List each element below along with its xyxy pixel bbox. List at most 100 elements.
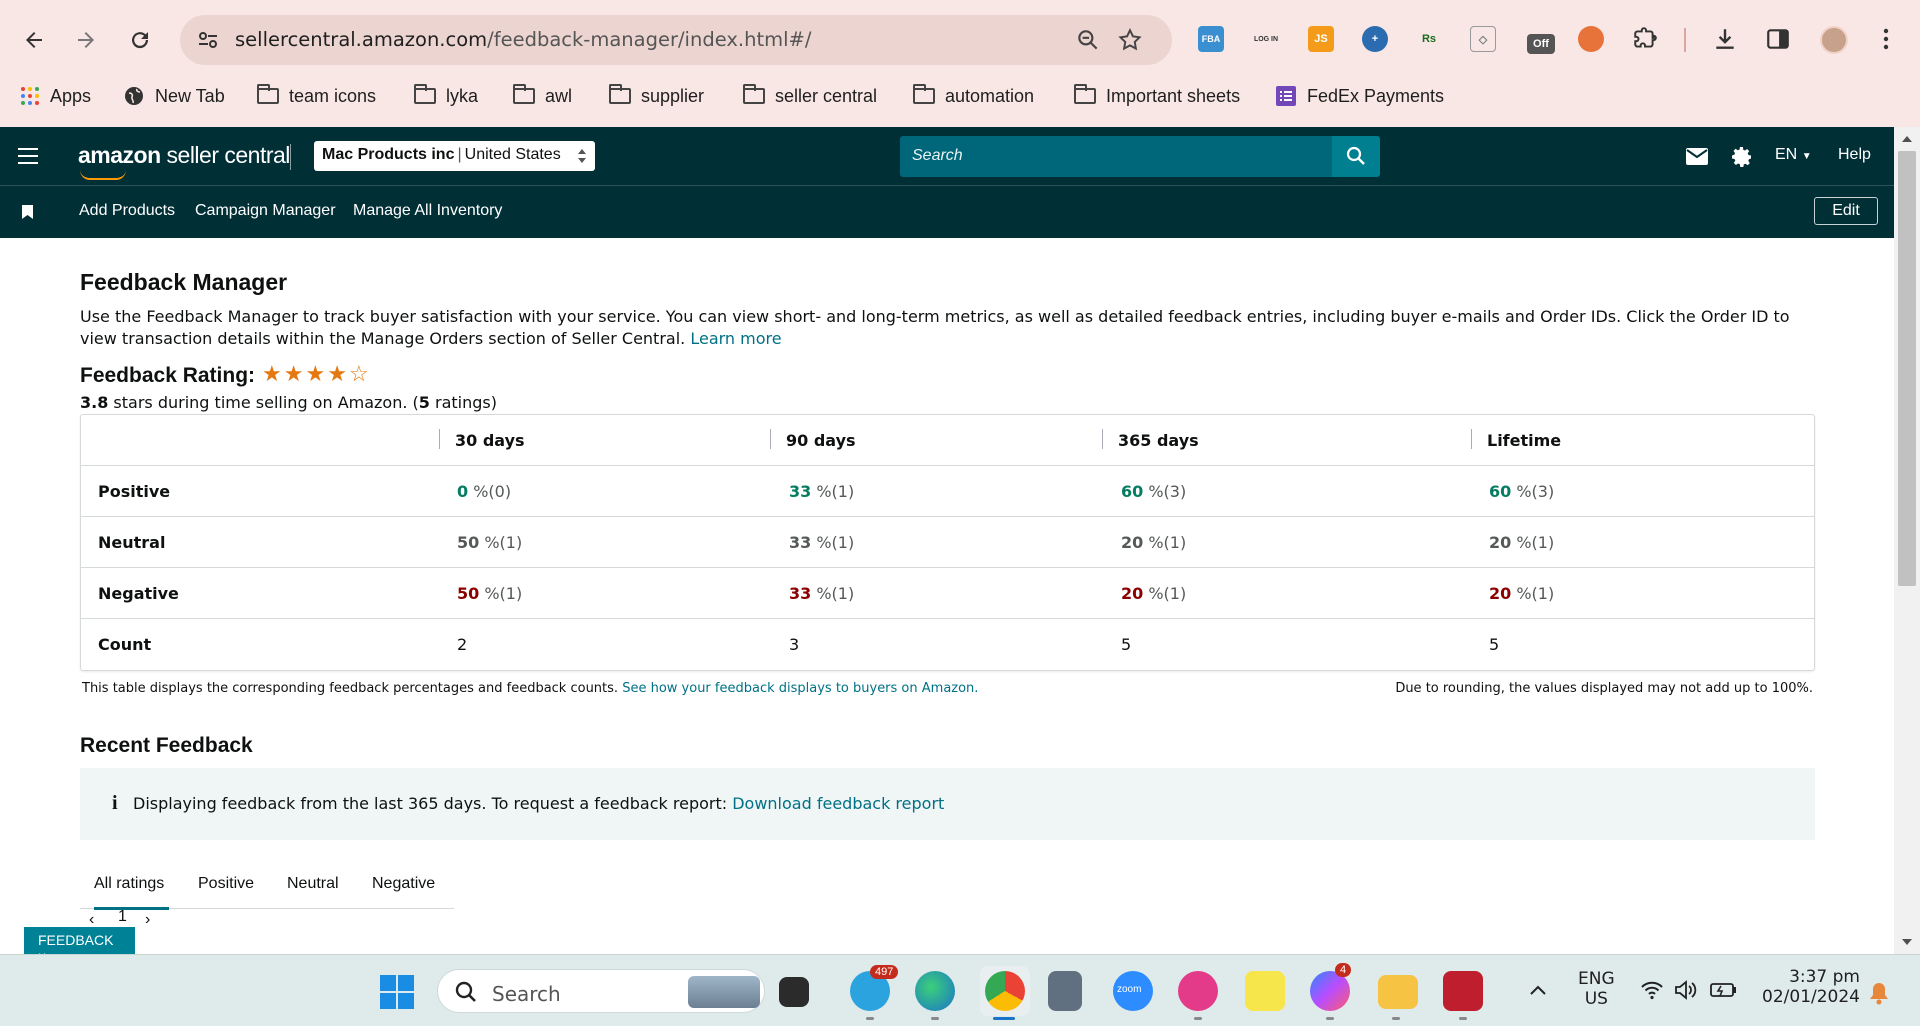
filezilla-icon[interactable] <box>1443 971 1483 1011</box>
bookmark-icon[interactable] <box>22 205 33 219</box>
hamburger-menu-icon[interactable] <box>18 148 38 164</box>
account-switcher[interactable]: Mac Products inc | United States <box>314 141 595 171</box>
feedback-display-link[interactable]: See how your feedback displays to buyers… <box>622 681 978 696</box>
zoom-app-icon[interactable]: zoom <box>1113 971 1153 1011</box>
folder-icon <box>414 84 436 104</box>
side-panel-icon[interactable] <box>1765 26 1791 52</box>
bookmark-label: lyka <box>446 85 479 106</box>
bookmark-star-icon[interactable] <box>1117 27 1143 53</box>
scrollbar-thumb[interactable] <box>1898 151 1916 586</box>
bookmark-apps[interactable]: Apps <box>20 83 91 109</box>
scroll-up-icon[interactable] <box>1902 136 1912 142</box>
wifi-icon[interactable] <box>1640 979 1664 1001</box>
sticky-notes-icon[interactable] <box>1245 971 1285 1011</box>
seller-search-input[interactable]: Search <box>900 136 1332 177</box>
table-cell: 50 %(1) <box>457 584 523 603</box>
active-tab-indicator <box>94 907 169 910</box>
active-indicator <box>993 1017 1015 1020</box>
column-header: 30 days <box>455 431 525 450</box>
messenger-icon[interactable] <box>1310 971 1350 1011</box>
file-explorer-icon[interactable] <box>1378 975 1418 1009</box>
page-scrollbar[interactable] <box>1894 127 1920 954</box>
circle-extension-icon[interactable] <box>1578 26 1604 52</box>
mail-icon[interactable] <box>1686 148 1708 165</box>
volume-icon[interactable] <box>1673 979 1699 1001</box>
fba-extension-icon[interactable]: FBA <box>1198 26 1224 52</box>
wps-office-icon[interactable] <box>1178 971 1218 1011</box>
taskbar-search[interactable]: Search <box>437 969 765 1013</box>
search-button[interactable] <box>1332 136 1380 177</box>
bookmark-label: awl <box>545 85 573 106</box>
search-icon <box>455 981 476 1002</box>
messenger-badge: 4 <box>1335 963 1352 977</box>
back-icon[interactable] <box>16 22 52 58</box>
bookmark-folder-seller-central[interactable]: seller central <box>743 83 877 109</box>
bookmark-folder-automation[interactable]: automation <box>913 83 1034 109</box>
telegram-badge: 497 <box>870 965 899 979</box>
calculator-icon[interactable] <box>1048 971 1082 1011</box>
address-bar[interactable]: sellercentral.amazon.com/feedback-manage… <box>180 15 1172 65</box>
off-extension-icon[interactable]: Off <box>1527 34 1555 54</box>
site-info-icon[interactable] <box>196 28 220 52</box>
tab-positive[interactable]: Positive <box>198 875 254 893</box>
download-icon[interactable] <box>1712 26 1738 52</box>
bookmark-folder-supplier[interactable]: supplier <box>609 83 704 109</box>
help-link[interactable]: Help <box>1838 146 1871 164</box>
subnav-campaign-manager[interactable]: Campaign Manager <box>195 202 336 220</box>
edge-icon[interactable] <box>915 971 955 1011</box>
tab-negative[interactable]: Negative <box>372 875 435 893</box>
language-indicator[interactable]: ENG US <box>1578 969 1615 1009</box>
plus-extension-icon[interactable]: + <box>1362 26 1388 52</box>
reload-icon[interactable] <box>122 22 158 58</box>
star-filled-icon: ★ <box>262 361 282 386</box>
page-number[interactable]: 1 <box>118 908 127 926</box>
table-cell: 20 %(1) <box>1121 584 1187 603</box>
profile-avatar[interactable] <box>1820 26 1848 54</box>
browser-menu-icon[interactable] <box>1876 26 1896 52</box>
scroll-down-icon[interactable] <box>1902 939 1912 945</box>
gear-icon[interactable] <box>1730 145 1754 169</box>
search-icon <box>1346 146 1365 165</box>
extension-icon[interactable]: ◇ <box>1470 26 1496 52</box>
row-label: Neutral <box>98 533 166 552</box>
bookmark-folder-team-icons[interactable]: team icons <box>257 83 376 109</box>
windows-start-icon[interactable] <box>380 975 414 1009</box>
chevron-up-icon[interactable] <box>1529 983 1547 997</box>
zoom-icon[interactable] <box>1075 27 1101 53</box>
chrome-icon[interactable] <box>985 971 1025 1011</box>
task-view-icon[interactable] <box>779 977 809 1007</box>
edit-button[interactable]: Edit <box>1814 197 1878 225</box>
running-indicator <box>1459 1017 1467 1020</box>
subnav-manage-all-inventory[interactable]: Manage All Inventory <box>353 202 502 220</box>
learn-more-link[interactable]: Learn more <box>690 329 781 348</box>
js-extension-icon[interactable]: JS <box>1308 26 1334 52</box>
language-selector[interactable]: EN ▼ <box>1775 146 1812 164</box>
bookmark-new-tab[interactable]: New Tab <box>123 83 225 109</box>
rs-extension-icon[interactable]: Rs <box>1416 26 1442 52</box>
table-cell: 20 %(1) <box>1121 533 1187 552</box>
seller-central-logo[interactable]: amazon seller central <box>78 142 290 180</box>
row-label: Count <box>98 635 152 654</box>
forward-icon[interactable] <box>68 22 104 58</box>
bookmark-folder-important-sheets[interactable]: Important sheets <box>1074 83 1240 109</box>
bookmark-folder-awl[interactable]: awl <box>513 83 572 109</box>
extensions-puzzle-icon[interactable] <box>1632 26 1658 52</box>
feedback-tab-button[interactable]: FEEDBACK × <box>24 927 135 964</box>
download-feedback-report-link[interactable]: Download feedback report <box>732 794 944 813</box>
login-extension-icon[interactable]: LOG IN <box>1253 26 1279 52</box>
table-cell: 50 %(1) <box>457 533 523 552</box>
star-filled-icon: ★ <box>305 361 326 386</box>
next-page-icon[interactable]: › <box>145 911 150 929</box>
running-indicator <box>866 1017 874 1020</box>
subnav-add-products[interactable]: Add Products <box>79 202 175 220</box>
tab-neutral[interactable]: Neutral <box>287 875 339 893</box>
bookmark-fedex-payments[interactable]: FedEx Payments <box>1275 83 1444 109</box>
bookmark-folder-lyka[interactable]: lyka <box>414 83 478 109</box>
notification-bell-icon[interactable] <box>1868 981 1890 1005</box>
star-filled-icon: ★ <box>283 361 304 386</box>
tab-all-ratings[interactable]: All ratings <box>94 875 164 893</box>
battery-icon[interactable] <box>1710 981 1738 999</box>
clock[interactable]: 3:37 pm 02/01/2024 <box>1760 967 1860 1007</box>
column-divider <box>770 429 771 449</box>
table-cell: 2 <box>457 635 468 654</box>
